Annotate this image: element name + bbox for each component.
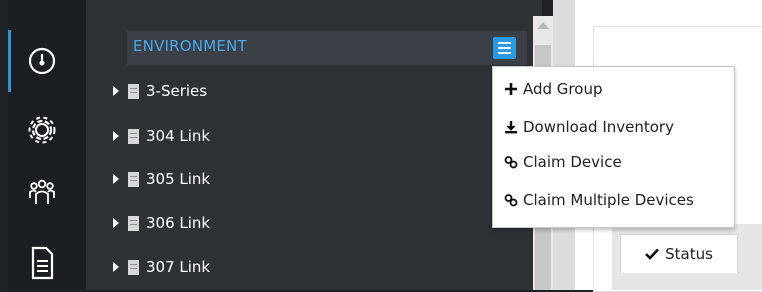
tree-item-label: 307 Link [146,258,211,276]
hamburger-menu-icon [498,42,511,44]
device-icon [128,128,139,144]
active-indicator [8,30,11,92]
expand-caret-icon[interactable] [113,86,119,96]
tree-item[interactable]: 307 Link [113,254,210,280]
link-icon [503,154,519,170]
plus-icon [503,81,519,97]
checkmark-icon [645,248,660,260]
menu-item-claim-device[interactable]: Claim Device [503,150,622,174]
device-icon [128,171,139,187]
tree-item-label: 3-Series [146,82,208,100]
tab-status[interactable]: Status [620,234,738,273]
expand-caret-icon[interactable] [113,131,119,141]
link-icon [503,192,519,208]
environment-dropdown-menu: Add Group Download Inventory Claim Devic… [492,66,735,228]
tree-item[interactable]: 305 Link [113,166,210,192]
environment-title: ENVIRONMENT [133,37,247,55]
tree-item[interactable]: 3-Series [113,78,207,104]
reports-document-icon[interactable] [22,243,62,283]
tree-item-label: 304 Link [146,127,211,145]
dashboard-gauge-icon[interactable] [22,41,62,81]
tab-status-label: Status [665,245,713,263]
device-icon [128,259,139,275]
menu-item-claim-multiple-devices[interactable]: Claim Multiple Devices [503,188,694,212]
menu-item-label: Download Inventory [523,118,674,136]
menu-item-label: Claim Multiple Devices [523,191,694,209]
menu-item-label: Claim Device [523,153,622,171]
device-icon [128,215,139,231]
expand-caret-icon[interactable] [113,218,119,228]
expand-caret-icon[interactable] [113,174,119,184]
scroll-up-arrow-icon[interactable] [537,22,549,29]
users-group-icon[interactable] [22,172,62,212]
expand-caret-icon[interactable] [113,262,119,272]
device-icon [128,83,139,99]
tree-item-label: 305 Link [146,170,211,188]
menu-item-label: Add Group [523,80,603,98]
settings-gear-icon[interactable] [22,110,62,150]
tree-item[interactable]: 306 Link [113,210,210,236]
download-icon [503,119,519,135]
tree-item-label: 306 Link [146,214,211,232]
tree-item[interactable]: 304 Link [113,123,210,149]
menu-item-add-group[interactable]: Add Group [503,77,602,101]
environment-menu-button[interactable] [493,37,516,59]
menu-item-download-inventory[interactable]: Download Inventory [503,115,674,139]
